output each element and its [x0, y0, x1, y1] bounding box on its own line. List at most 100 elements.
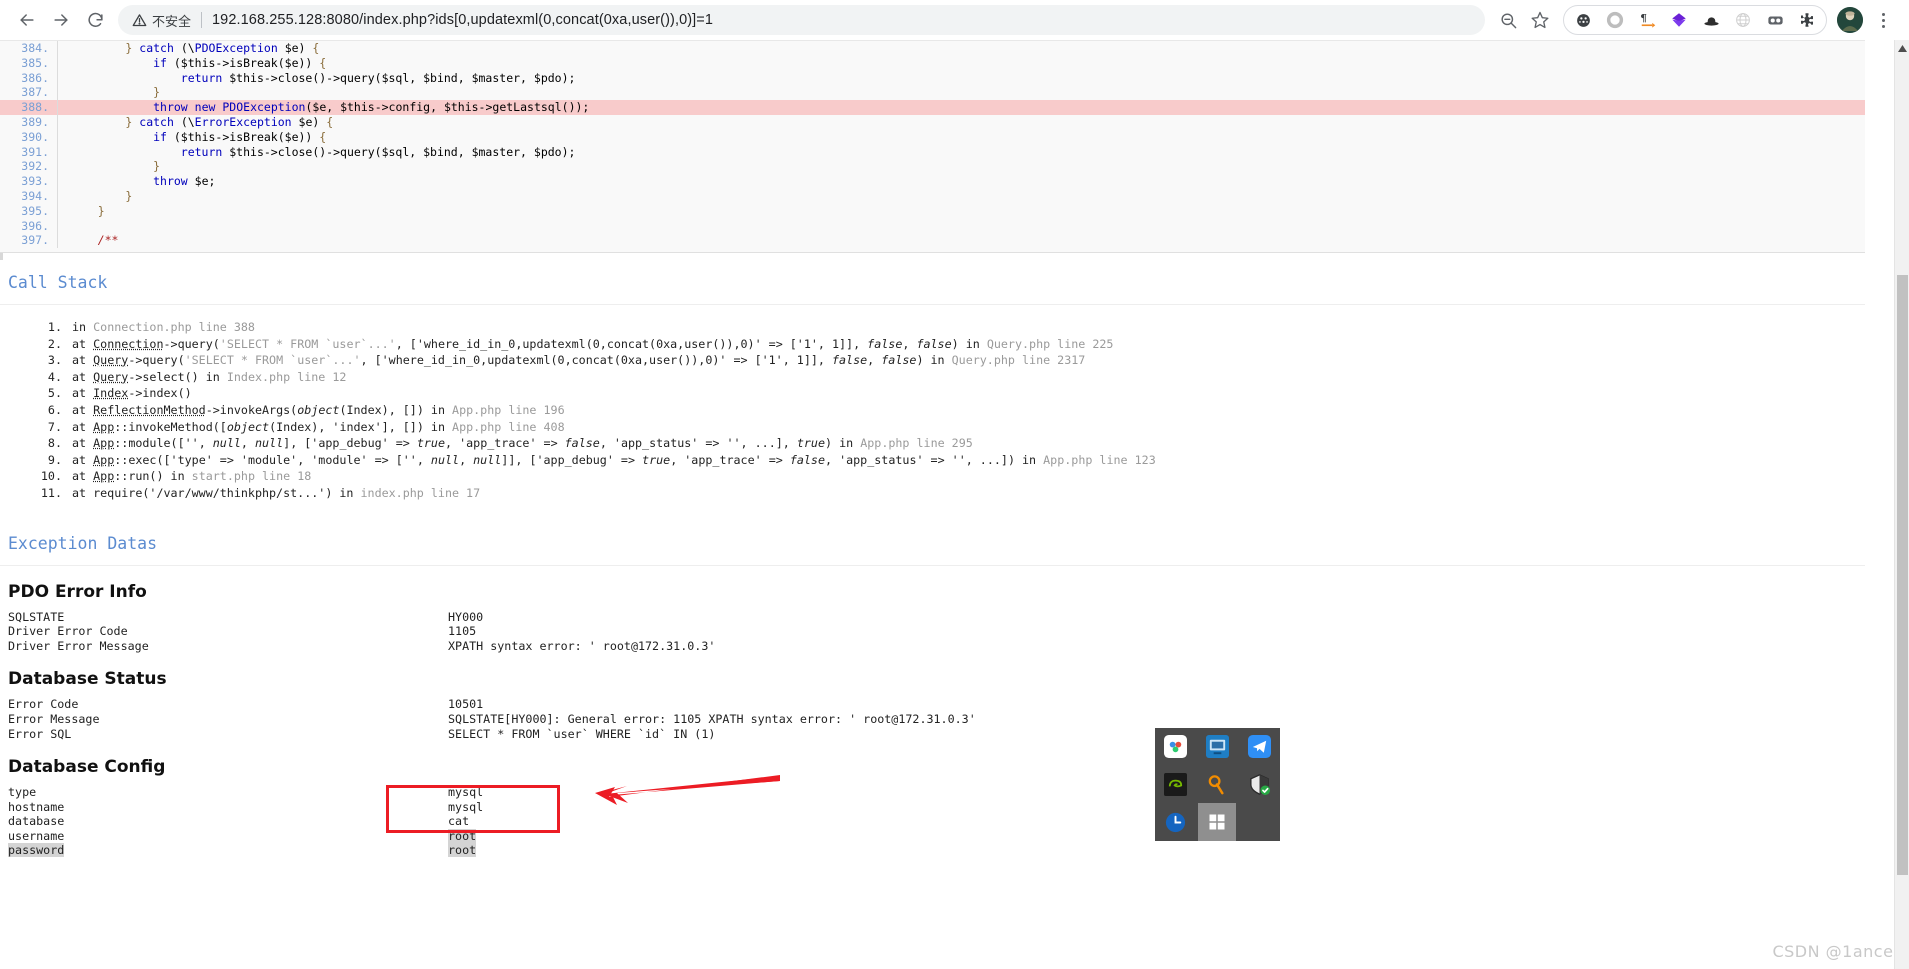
address-bar[interactable]: 不安全 192.168.255.128:8080/index.php?ids[0…: [118, 5, 1485, 35]
system-tray-popup[interactable]: [1155, 728, 1280, 841]
table-row: Error Code 10501: [8, 697, 976, 712]
star-icon[interactable]: [1525, 5, 1555, 35]
glasses-icon[interactable]: [1760, 5, 1790, 35]
call-stack-item: at ReflectionMethod->invokeArgs(object(I…: [0, 402, 565, 418]
call-stack-item: at Connection->query('SELECT * FROM `use…: [0, 336, 1114, 352]
code-line: 389. } catch (\ErrorException $e) {: [0, 114, 1865, 130]
table-row: password root: [8, 843, 483, 858]
omnibox-divider: [201, 12, 203, 28]
line-number: 388.: [0, 100, 58, 115]
code-line: 390. if ($this->isBreak($e)) {: [0, 129, 1865, 145]
tray-empty-slot: [1248, 811, 1271, 834]
pilcrow-icon[interactable]: ¶: [1632, 5, 1662, 35]
code-text: throw new PDOException($e, $this->config…: [153, 100, 590, 115]
line-number: 393.: [0, 174, 58, 189]
code-line: 384. } catch (\PDOException $e) {: [0, 41, 1865, 56]
search-key-icon[interactable]: [1206, 773, 1229, 796]
code-line: 393. throw $e;: [0, 174, 1865, 189]
call-stack-item: in Connection.php line 388: [0, 319, 255, 335]
code-text: } catch (\PDOException $e) {: [125, 41, 320, 55]
security-shield-icon[interactable]: [1248, 773, 1271, 796]
kv-key: Error Message: [8, 711, 100, 726]
code-text: /**: [70, 233, 119, 248]
call-stack-item: at App::run() in start.php line 18: [0, 468, 312, 484]
forward-button[interactable]: [44, 3, 78, 37]
code-text: } catch (\ErrorException $e) {: [125, 114, 334, 129]
code-text: if ($this->isBreak($e)) {: [153, 129, 327, 144]
reload-button[interactable]: [78, 3, 112, 37]
kv-key: Driver Error Message: [8, 638, 149, 653]
kv-key: hostname: [8, 799, 65, 814]
kv-value: 10501: [448, 697, 484, 712]
line-number: 391.: [0, 144, 58, 160]
call-stack-item: at require('/var/www/thinkphp/st...') in…: [0, 485, 481, 501]
nvidia-icon[interactable]: [1164, 772, 1188, 796]
kv-value: 1105: [448, 624, 477, 639]
watermark: CSDN @1ance.: [1772, 942, 1899, 961]
windows-start-icon[interactable]: [1198, 803, 1237, 841]
globe-icon[interactable]: [1728, 5, 1758, 35]
call-stack-list: in Connection.php line 388 at Connection-…: [0, 305, 1865, 518]
kv-value: SELECT * FROM `user` WHERE `id` IN (1): [448, 726, 716, 741]
code-text: }: [153, 85, 161, 100]
kv-key: type: [8, 785, 37, 800]
extensions-pill: ¶: [1563, 5, 1827, 35]
kv-key: Driver Error Code: [8, 624, 128, 639]
table-row: Driver Error Code 1105: [8, 624, 715, 639]
table-row: username root: [8, 828, 483, 844]
kv-key: Error SQL: [8, 726, 72, 741]
table-row: database cat: [8, 814, 483, 829]
kv-key: Error Code: [8, 697, 79, 712]
kv-value: mysql: [448, 785, 484, 800]
diamond-icon[interactable]: [1664, 5, 1694, 35]
warning-triangle-icon: [132, 13, 147, 26]
url-text: 192.168.255.128:8080/index.php?ids[0,upd…: [212, 12, 714, 28]
page-scrollbar[interactable]: [1894, 40, 1909, 969]
line-number: 392.: [0, 159, 58, 175]
source-code-panel: 384. } catch (\PDOException $e) {385. if…: [0, 40, 1865, 253]
exception-kv-table: type mysql hostname mysql database cat usernam…: [8, 785, 483, 858]
line-number: 396.: [0, 218, 58, 234]
line-number: 384.: [0, 41, 58, 56]
code-text: return $this->close()->query($sql, $bind…: [180, 144, 576, 159]
hat-icon[interactable]: [1696, 5, 1726, 35]
security-label: 不安全: [152, 13, 192, 29]
table-row: type mysql: [8, 785, 483, 800]
code-line: 386. return $this->close()->query($sql, …: [0, 70, 1865, 86]
table-row: Error SQL SELECT * FROM `user` WHERE `id`…: [8, 727, 976, 742]
call-stack-item: at Query->select() in Index.php line 12: [0, 369, 347, 385]
table-row: hostname mysql: [8, 800, 483, 815]
telegram-icon[interactable]: [1247, 735, 1271, 759]
security-indicator[interactable]: 不安全: [132, 11, 191, 30]
network-icon[interactable]: [1568, 5, 1598, 35]
circle-icon[interactable]: [1600, 5, 1630, 35]
kv-key: database: [8, 814, 65, 829]
code-line: 397. /**: [0, 233, 1865, 249]
code-text: }: [125, 188, 133, 203]
code-text: if ($this->isBreak($e)) {: [153, 55, 327, 70]
baidu-netdisk-icon[interactable]: [1164, 735, 1188, 759]
line-number: 389.: [0, 114, 58, 130]
remote-desktop-icon[interactable]: [1205, 735, 1229, 759]
code-line: 385. if ($this->isBreak($e)) {: [0, 55, 1865, 71]
profile-avatar[interactable]: [1837, 7, 1863, 33]
scrollbar-thumb[interactable]: [1897, 275, 1908, 875]
code-line: 387. }: [0, 85, 1865, 101]
line-number: 397.: [0, 233, 58, 249]
code-line: 391. return $this->close()->query($sql, …: [0, 144, 1865, 160]
clock-icon[interactable]: [1164, 811, 1187, 834]
call-stack-item: at App::exec(['type' => 'module', 'modul…: [0, 452, 1156, 468]
browser-toolbar: 不安全 192.168.255.128:8080/index.php?ids[0…: [0, 0, 1909, 40]
scroll-up-arrow[interactable]: [1895, 40, 1909, 56]
toolbar-right: ¶: [1493, 5, 1899, 35]
back-button[interactable]: [10, 3, 44, 37]
chrome-menu-button[interactable]: [1871, 12, 1895, 28]
line-number: 390.: [0, 129, 58, 145]
puzzle-icon[interactable]: [1792, 5, 1822, 35]
call-stack-item: at App::module(['', null, null], ['app_d…: [0, 435, 973, 451]
code-text: }: [97, 203, 105, 218]
exception-data-heading: Exception Datas: [0, 518, 1865, 566]
code-line: 388. throw new PDOException($e, $this->c…: [0, 100, 1865, 115]
zoom-out-icon[interactable]: [1493, 5, 1523, 35]
